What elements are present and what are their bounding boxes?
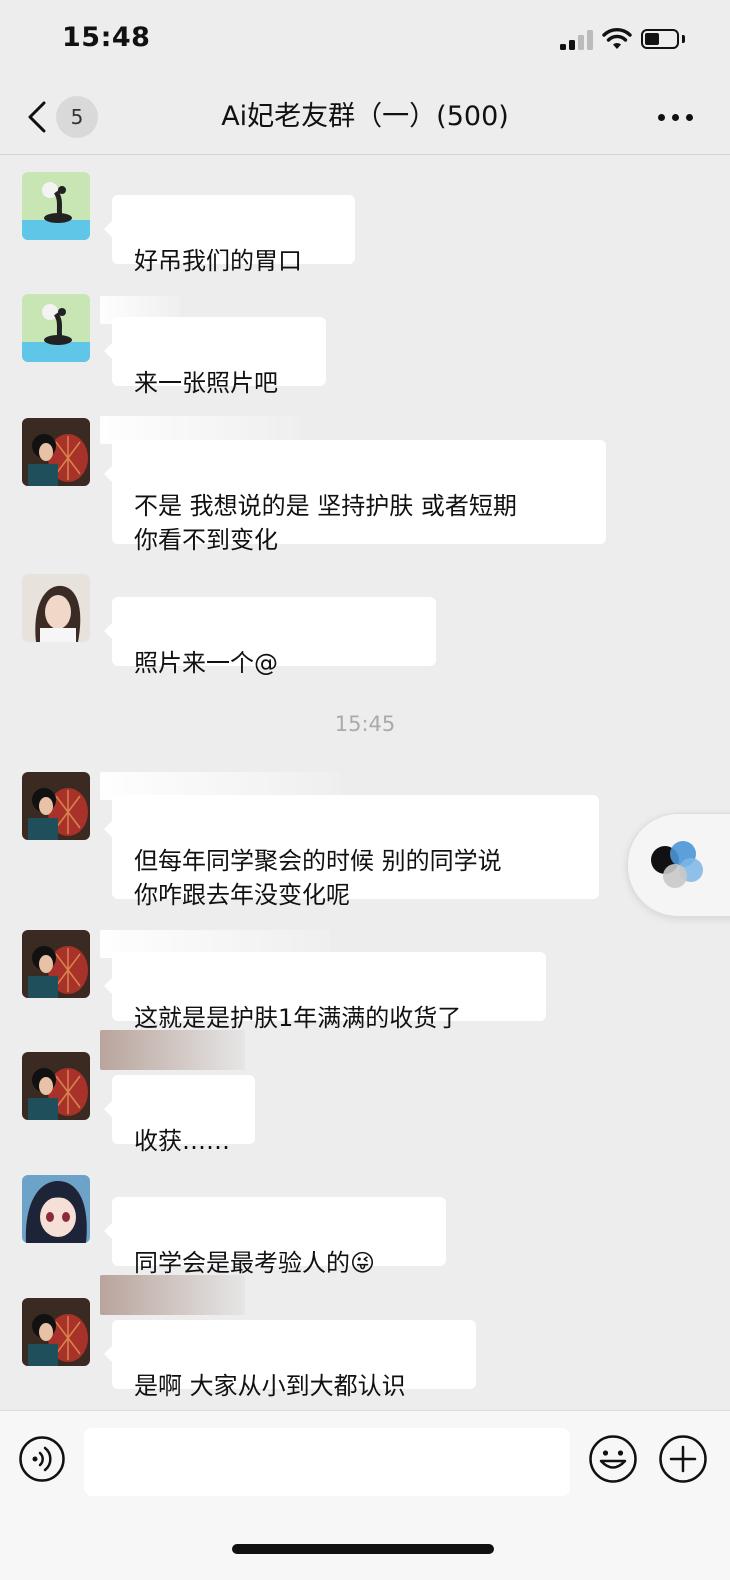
cellular-signal-icon (560, 30, 594, 50)
message-bubble[interactable]: 好吊我们的胃口 (104, 195, 355, 275)
time-divider: 15:45 (334, 712, 396, 736)
add-more-icon[interactable] (658, 1434, 708, 1484)
message-bubble[interactable]: 是啊 大家从小到大都认识 (104, 1320, 476, 1400)
message-text: 不是 我想说的是 坚持护肤 或者短期 你看不到变化 (134, 492, 517, 554)
yoga-avatar-icon (22, 294, 90, 362)
message-text: 这就是是护肤1年满满的收货了 (134, 1004, 462, 1032)
anime-girl-avatar-icon (22, 1175, 90, 1243)
home-indicator[interactable] (232, 1544, 494, 1554)
message-text: 同学会是最考验人的😜 (134, 1249, 376, 1277)
fan-lady-avatar-icon (22, 772, 90, 840)
message-text: 来一张照片吧 (134, 369, 278, 397)
floating-assistant-button[interactable] (627, 813, 730, 917)
woman-photo-avatar-icon (22, 574, 90, 642)
sender-avatar[interactable] (22, 1175, 90, 1243)
chat-header: Ai妃老友群（一）(500) 5 (0, 80, 730, 155)
message-bubble[interactable]: 这就是是护肤1年满满的收货了 (104, 952, 546, 1032)
battery-icon (641, 29, 679, 49)
more-options-icon[interactable] (658, 114, 694, 122)
message-bubble[interactable]: 同学会是最考验人的😜 (104, 1197, 446, 1277)
message-text: 照片来一个@ (134, 649, 278, 677)
sender-avatar[interactable] (22, 1298, 90, 1366)
wifi-icon (602, 28, 632, 49)
chat-input-bar (0, 1410, 730, 1580)
sender-avatar[interactable] (22, 772, 90, 840)
blurred-sender-name (100, 1275, 245, 1315)
fan-lady-avatar-icon (22, 930, 90, 998)
sender-avatar[interactable] (22, 294, 90, 362)
chat-title: Ai妃老友群（一）(500) (221, 101, 509, 132)
blurred-mention (280, 608, 430, 658)
back-arrow-icon[interactable] (22, 97, 52, 137)
message-text: 好吊我们的胃口 (134, 247, 302, 275)
status-bar: 15:48 (0, 0, 730, 80)
assistant-logo-icon (651, 841, 703, 888)
message-text: 是啊 大家从小到大都认识 (134, 1372, 406, 1400)
sender-avatar[interactable] (22, 930, 90, 998)
fan-lady-avatar-icon (22, 418, 90, 486)
status-time: 15:48 (62, 22, 151, 53)
message-text: 收获…… (134, 1127, 230, 1155)
sender-avatar[interactable] (22, 574, 90, 642)
message-bubble[interactable]: 来一张照片吧 (104, 317, 326, 397)
message-text: 但每年同学聚会的时候 别的同学说 你咋跟去年没变化呢 (134, 847, 502, 909)
message-input[interactable] (84, 1428, 570, 1496)
message-bubble[interactable]: 收获…… (104, 1075, 255, 1155)
fan-lady-avatar-icon (22, 1052, 90, 1120)
sender-avatar[interactable] (22, 1052, 90, 1120)
message-bubble[interactable]: 但每年同学聚会的时候 别的同学说 你咋跟去年没变化呢 (104, 795, 599, 909)
yoga-avatar-icon (22, 172, 90, 240)
unread-count-badge[interactable]: 5 (56, 96, 98, 138)
blurred-sender-name (100, 1030, 245, 1070)
message-bubble[interactable]: 不是 我想说的是 坚持护肤 或者短期 你看不到变化 (104, 440, 606, 554)
voice-input-icon[interactable] (18, 1435, 66, 1483)
emoji-icon[interactable] (588, 1434, 638, 1484)
sender-avatar[interactable] (22, 172, 90, 240)
sender-avatar[interactable] (22, 418, 90, 486)
fan-lady-avatar-icon (22, 1298, 90, 1366)
battery-cap (682, 35, 685, 43)
